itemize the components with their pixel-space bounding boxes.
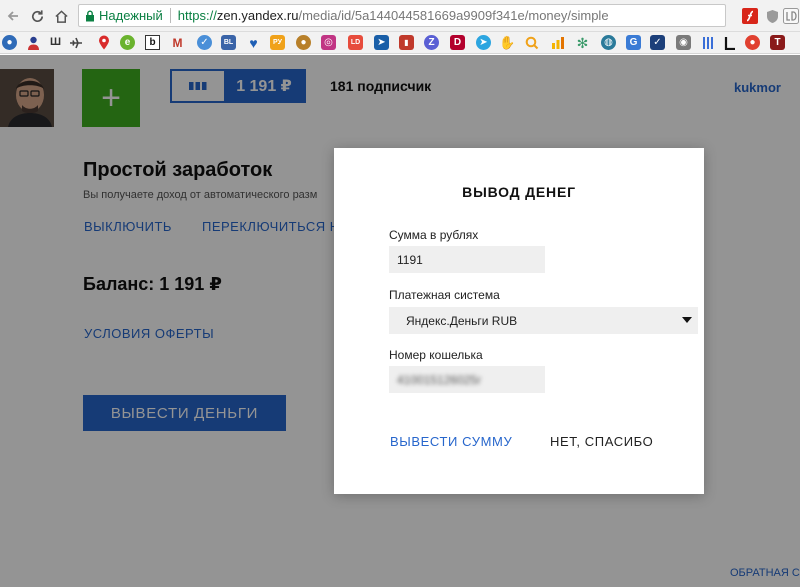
bookmark-analytics[interactable] (550, 35, 565, 50)
shield-icon (766, 9, 778, 23)
check-box-icon: ✓ (653, 36, 662, 48)
reload-icon (31, 9, 43, 22)
search-circle-icon (525, 36, 538, 49)
telegram-icon: ➤ (479, 36, 488, 48)
withdraw-dialog: ВЫВОД ДЕНЕГ Сумма в рублях 1191 Платежна… (334, 148, 704, 494)
bookmark-gmail[interactable]: M (170, 35, 185, 50)
translate-icon: G (629, 36, 638, 48)
analytics-icon (551, 36, 564, 49)
flash-icon (742, 8, 758, 24)
url-host: zen.yandex.ru (216, 8, 299, 23)
bookmark-stats[interactable]: ▮ (399, 35, 414, 50)
bookmark-t[interactable]: T (770, 35, 785, 50)
bookmark-red[interactable]: ● (745, 35, 760, 50)
z-icon: Z (428, 36, 435, 48)
bookmark-blue[interactable]: ➤ (374, 35, 389, 50)
instagram-icon: ◎ (324, 36, 333, 48)
map-pin-icon (98, 35, 109, 50)
payment-system-select[interactable]: Яндекс.Деньги RUB (389, 307, 698, 334)
bookmark-check2[interactable]: ✓ (650, 35, 665, 50)
bookmark-translate[interactable]: G (626, 35, 641, 50)
home-button[interactable] (50, 5, 72, 27)
drop-icon: ● (6, 36, 13, 48)
wallet-label: Номер кошелька (389, 348, 483, 362)
url-scheme: https:// (177, 8, 217, 23)
bookmark-snow[interactable]: ✻ (575, 35, 590, 50)
ld-extension[interactable] (781, 6, 800, 26)
bookmark-q[interactable] (524, 35, 539, 50)
flash-extension[interactable] (740, 6, 760, 26)
bookmark-person[interactable] (26, 35, 41, 50)
address-bar[interactable]: Надежный https://zen.yandex.ru/media/id/… (78, 4, 726, 27)
globe-icon: ◍ (604, 36, 613, 48)
bookmark-check[interactable]: ✓ (197, 35, 212, 50)
cookie-icon: ● (300, 36, 307, 48)
bookmarks-bar: ● Ш e b M ✓ BL ♥ РУ ● ◎ LD ➤ ▮ Z D ➤ ✋ ✻… (0, 32, 800, 54)
address-separator (169, 8, 171, 23)
leaf-icon: e (124, 36, 131, 48)
browser-toolbar: Надежный https://zen.yandex.ru/media/id/… (0, 0, 800, 32)
bookmark-z[interactable]: Z (424, 35, 439, 50)
bookmark-hand[interactable]: ✋ (499, 35, 516, 50)
caret-down-icon (682, 317, 692, 323)
bookmark-green[interactable]: e (120, 35, 135, 50)
bookmark-ru[interactable]: РУ (270, 35, 285, 50)
bookmark-cookie[interactable]: ● (296, 35, 311, 50)
bookmark-instagram[interactable]: ◎ (321, 35, 336, 50)
home-icon (54, 9, 68, 23)
payment-system-label: Платежная система (389, 288, 500, 302)
confirm-withdraw-button[interactable]: ВЫВЕСТИ СУММУ (390, 434, 512, 449)
secure-indicator[interactable]: Надежный (85, 8, 163, 23)
bookmark-sh[interactable]: Ш (48, 35, 63, 50)
bookmark-d[interactable]: D (450, 35, 465, 50)
dialog-title: ВЫВОД ДЕНЕГ (462, 184, 576, 200)
amount-input[interactable]: 1191 (389, 246, 545, 273)
shield-extension[interactable] (762, 6, 782, 26)
check-icon: ✓ (200, 36, 209, 48)
reload-button[interactable] (26, 5, 48, 27)
bookmark-camera[interactable]: ◉ (676, 35, 691, 50)
amount-label: Сумма в рублях (389, 228, 479, 242)
bookmark-telegram[interactable]: ➤ (476, 35, 491, 50)
airplane-icon (69, 37, 82, 48)
ld-icon (783, 8, 799, 24)
arrow-icon: ➤ (377, 36, 386, 48)
bookmark-plane[interactable] (68, 35, 83, 50)
cancel-button[interactable]: НЕТ, СПАСИБО (550, 434, 653, 449)
arrow-left-icon (7, 11, 18, 21)
secure-label: Надежный (99, 8, 163, 23)
bookmark-heart[interactable]: ♥ (246, 35, 261, 50)
back-button[interactable] (2, 5, 24, 27)
bookmark-l[interactable] (722, 35, 737, 50)
bookmark-drop[interactable]: ● (2, 35, 17, 50)
person-icon (28, 36, 39, 50)
hand-icon: ✋ (499, 35, 516, 50)
wallet-input[interactable]: 410015126025г (389, 366, 545, 393)
wallet-number: 410015126025г (397, 372, 482, 387)
bar-chart-icon: ▮ (404, 37, 409, 47)
camera-icon: ◉ (679, 36, 688, 48)
bookmark-vl[interactable]: BL (221, 35, 236, 50)
bookmark-ld[interactable]: LD (348, 35, 363, 50)
mascot-icon: ● (749, 36, 756, 48)
lines-icon (702, 36, 713, 49)
lock-icon (86, 10, 94, 21)
l-icon (724, 36, 735, 50)
bookmark-lines[interactable] (700, 35, 715, 50)
heart-icon: ♥ (249, 34, 258, 51)
bookmark-globe[interactable]: ◍ (601, 35, 616, 50)
snowflake-icon: ✻ (576, 34, 589, 51)
bookmark-b[interactable]: b (145, 35, 160, 50)
url-path: /media/id/5a144044581669a9909f341e/money… (298, 8, 609, 23)
payment-system-value: Яндекс.Деньги RUB (406, 313, 518, 328)
bookmark-pin[interactable] (96, 35, 111, 50)
